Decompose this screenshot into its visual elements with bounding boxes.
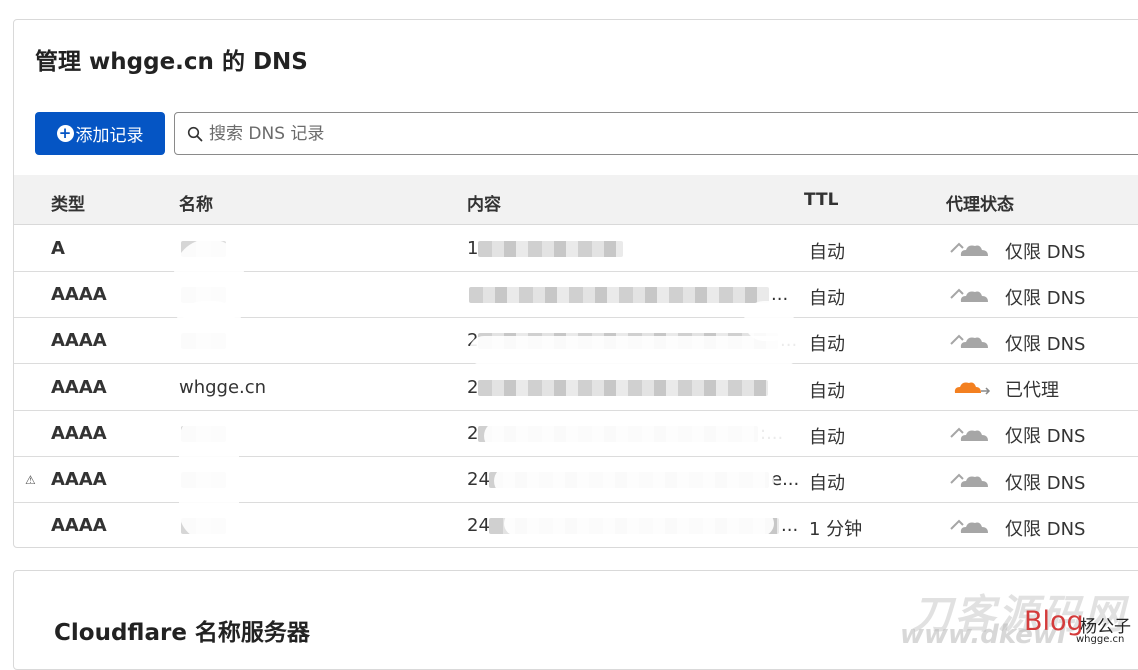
column-header-name[interactable]: 名称 bbox=[179, 190, 213, 215]
column-header-proxy-status[interactable]: 代理状态 bbox=[946, 190, 1014, 215]
column-header-type[interactable]: 类型 bbox=[51, 190, 85, 215]
proxy-status-label: 仅限 DNS bbox=[1005, 472, 1086, 494]
proxy-status[interactable]: 仅限 DNS bbox=[949, 282, 1085, 311]
record-content-prefix: 1 bbox=[467, 238, 479, 259]
watermark-blog: Blog bbox=[1024, 606, 1084, 637]
redaction-smear bbox=[504, 511, 774, 536]
proxy-status-label: 仅限 DNS bbox=[1005, 241, 1086, 263]
redaction-smear bbox=[179, 411, 239, 541]
record-type: AAAA bbox=[51, 284, 107, 306]
proxy-status[interactable]: 仅限 DNS bbox=[949, 513, 1085, 542]
plus-circle-icon: + bbox=[56, 125, 74, 142]
redaction-smear bbox=[484, 421, 784, 451]
proxy-status[interactable]: 仅限 DNS bbox=[949, 328, 1085, 357]
record-ttl: 自动 bbox=[809, 380, 845, 402]
page-title: 管理 whgge.cn 的 DNS bbox=[35, 49, 308, 75]
dns-records-card: 管理 whgge.cn 的 DNS + 添加记录 类型 名称 内容 TTL 代理… bbox=[13, 19, 1138, 548]
cloud-grey-icon bbox=[949, 467, 991, 496]
record-type: AAAA bbox=[51, 376, 107, 398]
record-content-suffix: e... bbox=[771, 469, 800, 490]
proxy-status[interactable]: 已代理 bbox=[949, 375, 1059, 404]
record-ttl: 自动 bbox=[809, 242, 845, 263]
record-content-prefix: 24 bbox=[467, 515, 490, 537]
search-box[interactable] bbox=[174, 112, 1138, 155]
redaction-smear bbox=[744, 301, 794, 341]
record-content-redacted bbox=[469, 287, 769, 304]
table-header: 类型 名称 内容 TTL 代理状态 bbox=[14, 175, 1138, 225]
search-icon bbox=[187, 126, 203, 141]
record-content-redacted bbox=[478, 379, 768, 396]
record-type: AAAA bbox=[51, 515, 107, 537]
record-ttl: 自动 bbox=[809, 288, 845, 310]
column-header-content[interactable]: 内容 bbox=[467, 190, 501, 215]
redaction-smear bbox=[469, 336, 799, 366]
record-content-prefix: 24 bbox=[467, 469, 490, 490]
cloud-grey-icon bbox=[949, 328, 991, 357]
proxy-status-label: 仅限 DNS bbox=[1005, 426, 1086, 448]
cloud-grey-icon bbox=[949, 513, 991, 542]
record-ttl: 自动 bbox=[809, 334, 845, 356]
add-record-button[interactable]: + 添加记录 bbox=[35, 112, 165, 155]
proxy-status-label: 仅限 DNS bbox=[1005, 333, 1086, 355]
record-content-prefix: 2 bbox=[467, 376, 479, 398]
cloud-grey-icon bbox=[949, 421, 991, 450]
record-content-prefix: 2 bbox=[467, 422, 479, 444]
table-row[interactable]: AAAA whgge.cn 2 自动 已代理 bbox=[14, 365, 1138, 411]
record-type: AAAA bbox=[51, 330, 107, 352]
record-name: whgge.cn bbox=[179, 376, 267, 398]
proxy-status-label: 仅限 DNS bbox=[1005, 287, 1086, 309]
nameservers-title: Cloudflare 名称服务器 bbox=[54, 620, 310, 646]
cloud-grey-icon bbox=[949, 236, 991, 265]
proxy-status-label: 仅限 DNS bbox=[1005, 518, 1086, 540]
zone-domain: whgge.cn bbox=[89, 49, 214, 75]
search-input[interactable] bbox=[209, 123, 1109, 144]
record-type: A bbox=[51, 238, 65, 259]
proxy-status[interactable]: 仅限 DNS bbox=[949, 467, 1085, 496]
redaction-smear bbox=[494, 466, 774, 496]
redaction-smear bbox=[174, 301, 244, 361]
record-type: AAAA bbox=[51, 422, 107, 444]
proxy-status[interactable]: 仅限 DNS bbox=[949, 421, 1085, 450]
record-content-redacted bbox=[478, 241, 623, 257]
proxy-status[interactable]: 仅限 DNS bbox=[949, 236, 1085, 265]
record-ttl: 自动 bbox=[809, 473, 845, 494]
record-content-suffix: ... bbox=[781, 515, 799, 537]
cloud-grey-icon bbox=[949, 282, 991, 311]
proxy-status-label: 已代理 bbox=[1005, 380, 1059, 402]
record-ttl: 1 分钟 bbox=[809, 519, 863, 541]
record-type: AAAA bbox=[51, 469, 107, 490]
record-ttl: 自动 bbox=[809, 426, 845, 448]
column-header-ttl[interactable]: TTL bbox=[804, 190, 838, 210]
warning-triangle-icon[interactable]: ⚠ bbox=[25, 473, 36, 487]
cloud-orange-icon bbox=[949, 375, 991, 404]
watermark-site: whgge.cn bbox=[1076, 634, 1125, 645]
